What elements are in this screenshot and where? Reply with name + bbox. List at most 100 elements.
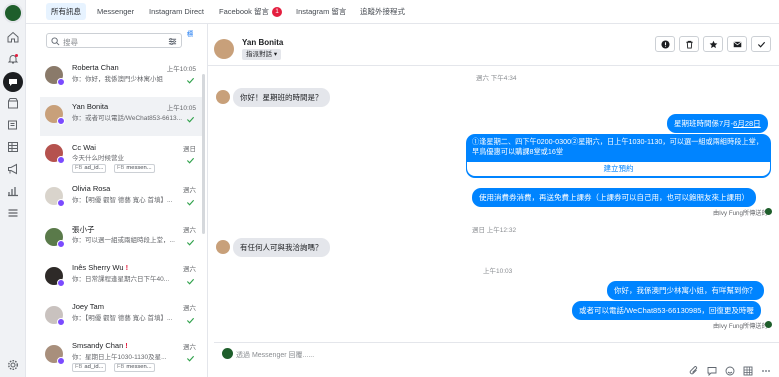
settings-icon[interactable] bbox=[6, 358, 20, 372]
tag-chip[interactable]: FB ad_id... bbox=[72, 363, 107, 372]
message-time: 上午10:05 bbox=[166, 66, 196, 73]
tab-follow-plugin[interactable]: 追蹤外接程式 bbox=[355, 3, 410, 20]
tag-chip[interactable]: FB messen... bbox=[114, 164, 155, 173]
scrollbar[interactable] bbox=[202, 74, 205, 234]
tab-facebook-comments[interactable]: Facebook 留言 1 bbox=[214, 3, 287, 20]
mark-unread-button[interactable] bbox=[727, 36, 747, 52]
message-preview: 你：星期日上午1030-1130及星... bbox=[72, 354, 167, 361]
filter-icon[interactable] bbox=[168, 37, 177, 46]
incoming-message: 有任何人可與我洽詢嗎？ bbox=[233, 238, 330, 257]
menu-icon[interactable] bbox=[6, 206, 20, 220]
avatar bbox=[765, 208, 772, 215]
search-icon bbox=[51, 37, 60, 46]
incoming-message: 你好！星期班的時間是？ bbox=[233, 88, 330, 107]
tag-chip[interactable]: FB messen... bbox=[114, 363, 155, 372]
tab-all-messages[interactable]: 所有訊息 bbox=[46, 3, 86, 20]
attachment-icon[interactable] bbox=[689, 366, 699, 376]
list-item-selected[interactable]: Yan Bonita 上午10:05 你：或者可以電話/WeChat853-66… bbox=[40, 97, 202, 136]
assign-dropdown[interactable]: 指派對話 ▾ bbox=[242, 49, 282, 60]
info-icon bbox=[660, 39, 670, 49]
bar-chart-icon[interactable] bbox=[6, 184, 20, 198]
check-icon bbox=[186, 157, 195, 164]
message-time: 週六 bbox=[183, 187, 196, 194]
avatar bbox=[45, 228, 65, 248]
trash-icon bbox=[685, 40, 693, 49]
tab-facebook-comments-label: Facebook 留言 bbox=[219, 7, 270, 16]
pages-icon[interactable] bbox=[6, 118, 20, 132]
schedule-card-text: ①逢星期二、四下午0200-0300②星期六，日上午1030-1130，可以選一… bbox=[472, 137, 764, 156]
conversation-list: 搜尋 標 Roberta Chan 上午10:05 你：你好，我係澳門少林寓小姐… bbox=[40, 24, 208, 377]
avatar bbox=[216, 240, 230, 254]
chat-contact-name: Yan Bonita bbox=[242, 38, 284, 47]
chip-label: messen... bbox=[126, 364, 152, 370]
list-item[interactable]: Roberta Chan 上午10:05 你：你好，我係澳門少林寓小姐 bbox=[40, 58, 202, 97]
megaphone-icon[interactable] bbox=[6, 162, 20, 176]
more-icon[interactable] bbox=[761, 366, 771, 376]
chip-prefix: FB bbox=[117, 165, 125, 171]
contact-name: Roberta Chan bbox=[72, 63, 119, 72]
message-time: 週六 bbox=[183, 227, 196, 234]
chip-label: ad_id... bbox=[84, 364, 104, 370]
tab-instagram-direct[interactable]: Instagram Direct bbox=[144, 3, 209, 20]
info-button[interactable] bbox=[655, 36, 675, 52]
list-item[interactable]: Smsandy Chan! 週六 你：星期日上午1030-1130及星... F… bbox=[40, 337, 202, 377]
timestamp: 週六 下午4:34 bbox=[476, 75, 517, 82]
contact-name: Smsandy Chan! bbox=[72, 341, 128, 350]
reply-input[interactable]: 透過 Messenger 回覆...... bbox=[236, 350, 314, 360]
shop-icon[interactable] bbox=[6, 96, 20, 110]
alert-mark: ! bbox=[125, 341, 128, 350]
star-button[interactable] bbox=[703, 36, 723, 52]
chip-prefix: FB bbox=[75, 364, 83, 370]
check-icon bbox=[186, 116, 195, 123]
done-button[interactable] bbox=[751, 36, 771, 52]
bell-icon[interactable] bbox=[6, 52, 20, 66]
tab-messenger[interactable]: Messenger bbox=[92, 3, 139, 20]
grid-icon[interactable] bbox=[743, 366, 753, 376]
messenger-icon bbox=[57, 279, 65, 287]
tab-instagram-comments[interactable]: Instagram 留言 bbox=[291, 3, 351, 20]
check-icon bbox=[186, 278, 195, 285]
message-time: 週六 bbox=[183, 344, 196, 351]
contact-name: Inês Sherry Wu! bbox=[72, 263, 128, 272]
check-icon bbox=[186, 77, 195, 84]
chip-prefix: FB bbox=[75, 165, 83, 171]
inbox-tabs: 所有訊息 Messenger Instagram Direct Facebook… bbox=[26, 0, 779, 24]
list-item[interactable]: Inês Sherry Wu! 週六 你：日常課程逢星期六日下午40... bbox=[40, 259, 202, 298]
sent-by-label: 由Ivy Fung所傳送的 bbox=[713, 323, 768, 330]
chip-prefix: FB bbox=[117, 364, 125, 370]
home-icon[interactable] bbox=[6, 30, 20, 44]
inbox-icon[interactable] bbox=[3, 72, 23, 92]
left-nav-rail bbox=[0, 0, 26, 377]
tag-chip[interactable]: FB ad_id... bbox=[72, 164, 107, 173]
message-preview: 今天什么时候营业 bbox=[72, 155, 124, 162]
date-link[interactable]: 6月28日 bbox=[733, 119, 761, 128]
message-preview: 你：可以週一組或兩組時段上堂，... bbox=[72, 237, 175, 244]
messenger-icon bbox=[57, 117, 65, 125]
search-input[interactable]: 搜尋 bbox=[63, 37, 78, 48]
avatar bbox=[45, 105, 65, 125]
check-icon bbox=[186, 199, 195, 206]
emoji-icon[interactable] bbox=[725, 366, 735, 376]
list-item[interactable]: Cc Wai 週日 今天什么时候营业 FB ad_id... FB messen..… bbox=[40, 138, 202, 180]
avatar bbox=[45, 345, 65, 365]
messenger-icon bbox=[57, 199, 65, 207]
message-preview: 你：或者可以電話/WeChat853-6613... bbox=[72, 115, 183, 122]
create-booking-button[interactable]: 建立預約 bbox=[466, 162, 771, 177]
list-item[interactable]: Joey Tam 週六 你：【明優 叡智 德藝 寬心 首填】... bbox=[40, 298, 202, 337]
chip-label: ad_id... bbox=[84, 165, 104, 171]
messenger-icon bbox=[57, 240, 65, 248]
avatar bbox=[45, 306, 65, 326]
brand-logo[interactable] bbox=[3, 3, 23, 23]
list-item[interactable]: Olivia Rosa 週六 你：【明優 叡智 德藝 寬心 首填】... bbox=[40, 181, 202, 220]
list-item[interactable]: 張小子 週六 你：可以週一組或兩組時段上堂，... bbox=[40, 220, 202, 259]
messenger-icon bbox=[57, 78, 65, 86]
mark-link[interactable]: 標 bbox=[186, 31, 194, 39]
chip-label: messen... bbox=[126, 165, 152, 171]
delete-button[interactable] bbox=[679, 36, 699, 52]
contact-name: Cc Wai bbox=[72, 143, 96, 152]
table-icon[interactable] bbox=[6, 140, 20, 154]
search-box[interactable]: 搜尋 bbox=[46, 33, 182, 48]
message-preview: 你：【明優 叡智 德藝 寬心 首填】... bbox=[72, 197, 173, 204]
reply-composer: 透過 Messenger 回覆...... bbox=[214, 342, 779, 377]
saved-reply-icon[interactable] bbox=[707, 366, 717, 376]
